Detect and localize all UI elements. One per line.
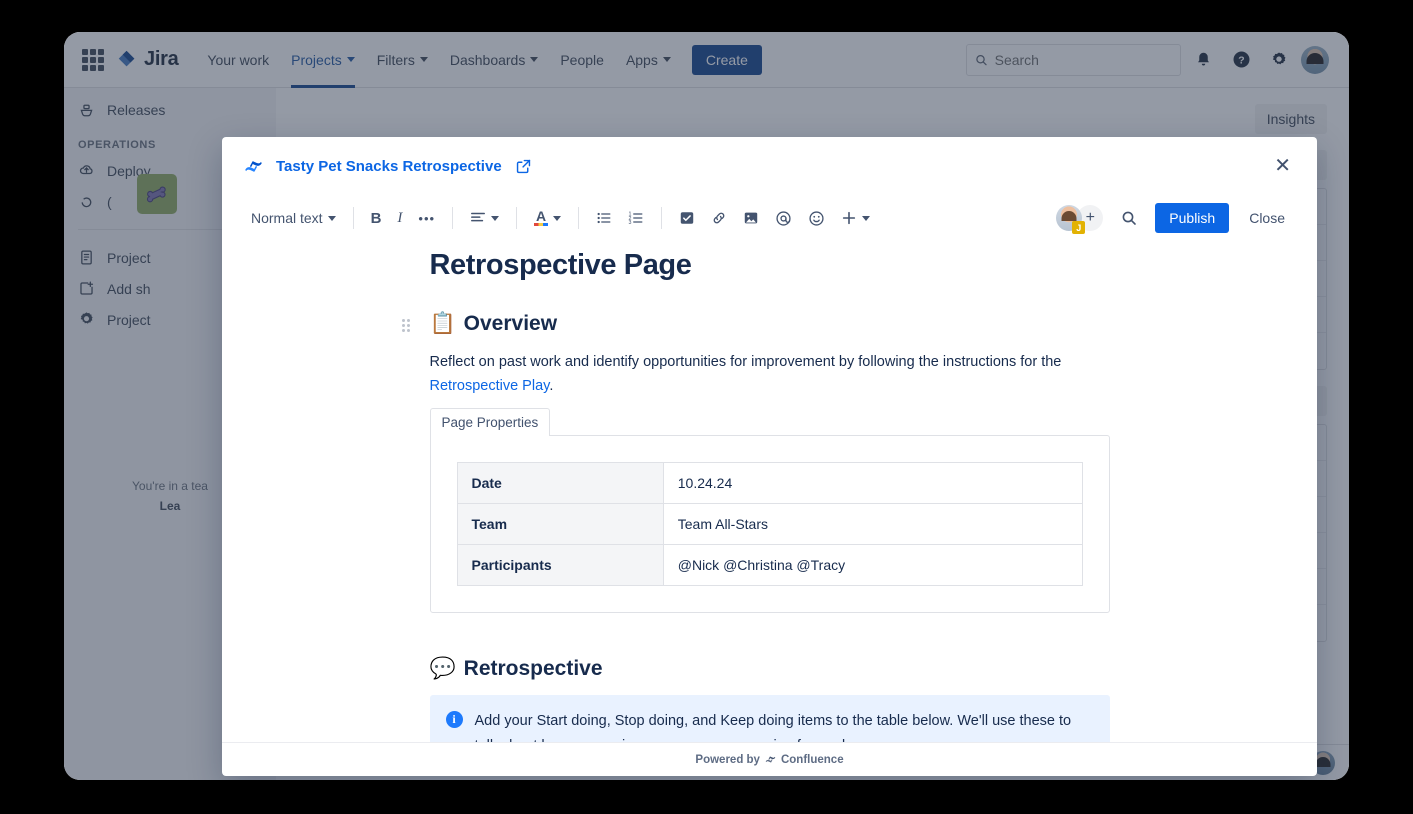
chevron-down-icon	[553, 216, 561, 221]
overview-text-after: .	[549, 378, 553, 394]
overview-paragraph[interactable]: Reflect on past work and identify opport…	[430, 350, 1110, 398]
heading-retrospective[interactable]: 💬 Retrospective	[430, 657, 1110, 681]
property-value[interactable]: @Nick @Christina @Tracy	[663, 545, 1082, 586]
powered-by-label: Powered by	[695, 754, 760, 766]
document-canvas[interactable]: Retrospective Page 📋 Overview Reflect on…	[222, 241, 1317, 742]
color-letter: A	[536, 210, 546, 223]
text-style-dropdown[interactable]: Normal text	[244, 204, 343, 232]
numbered-list-icon: 1 2 3	[628, 210, 644, 226]
svg-text:3: 3	[629, 220, 632, 226]
numbered-list-button[interactable]: 1 2 3	[621, 204, 651, 232]
document-body: Retrospective Page 📋 Overview Reflect on…	[430, 241, 1110, 742]
modal-footer: Powered by Confluence	[222, 742, 1317, 776]
info-panel[interactable]: i Add your Start doing, Stop doing, and …	[430, 695, 1110, 742]
checkbox-icon	[679, 210, 695, 226]
chevron-down-icon	[862, 216, 870, 221]
retrospective-play-link[interactable]: Retrospective Play	[430, 378, 550, 394]
table-row[interactable]: Date 10.24.24	[457, 463, 1082, 504]
task-button[interactable]	[672, 204, 702, 232]
italic-label: I	[397, 210, 402, 227]
confluence-editor-modal: Tasty Pet Snacks Retrospective ✕ Normal …	[222, 137, 1317, 776]
toolbar-divider	[661, 207, 662, 229]
emoji-button[interactable]	[801, 204, 832, 233]
property-value[interactable]: 10.24.24	[663, 463, 1082, 504]
external-link-icon[interactable]	[515, 158, 532, 175]
page-properties-macro: Date 10.24.24 Team Team All-Stars Partic…	[430, 435, 1110, 613]
bold-label: B	[371, 210, 382, 227]
collaborators: J +	[1056, 205, 1103, 231]
screenshot-stage: Jira Your work Projects Filters Dashboar…	[0, 0, 1413, 814]
table-row[interactable]: Team Team All-Stars	[457, 504, 1082, 545]
mention-icon	[775, 210, 792, 227]
plus-icon	[841, 210, 857, 226]
insert-dropdown[interactable]	[834, 204, 877, 232]
text-align-icon	[470, 210, 486, 226]
info-panel-text: Add your Start doing, Stop doing, and Ke…	[475, 709, 1094, 742]
bold-button[interactable]: B	[364, 204, 389, 233]
toolbar-divider	[578, 207, 579, 229]
confluence-icon	[244, 157, 263, 176]
emoji-icon	[808, 210, 825, 227]
text-color-dropdown[interactable]: A	[527, 204, 568, 232]
property-value[interactable]: Team All-Stars	[663, 504, 1082, 545]
toolbar-divider	[353, 207, 354, 229]
close-editor-button[interactable]: Close	[1239, 203, 1295, 233]
drag-handle-icon[interactable]	[402, 319, 410, 332]
image-button[interactable]	[736, 204, 766, 232]
collaborator-badge: J	[1072, 221, 1085, 234]
page-title-link[interactable]: Tasty Pet Snacks Retrospective	[276, 158, 502, 175]
mention-button[interactable]	[768, 204, 799, 233]
close-icon[interactable]: ✕	[1270, 152, 1295, 180]
more-formatting-button[interactable]: •••	[411, 205, 442, 232]
bullet-list-icon	[596, 210, 612, 226]
search-icon	[1121, 210, 1137, 226]
property-key: Team	[457, 504, 663, 545]
info-icon: i	[446, 711, 463, 728]
collaborator-avatar[interactable]: J	[1056, 205, 1082, 231]
text-color-icon: A	[534, 210, 548, 226]
toolbar-divider	[516, 207, 517, 229]
publish-button[interactable]: Publish	[1155, 203, 1229, 233]
page-properties-tab[interactable]: Page Properties	[430, 408, 551, 436]
overview-text-before: Reflect on past work and identify opport…	[430, 354, 1062, 370]
confluence-icon	[765, 754, 776, 765]
property-key: Participants	[457, 545, 663, 586]
heading-overview[interactable]: 📋 Overview	[430, 312, 1110, 336]
text-align-dropdown[interactable]	[463, 204, 506, 232]
clipboard-emoji-icon: 📋	[430, 312, 456, 336]
modal-header: Tasty Pet Snacks Retrospective ✕	[222, 137, 1317, 195]
link-button[interactable]	[704, 204, 734, 232]
table-row[interactable]: Participants @Nick @Christina @Tracy	[457, 545, 1082, 586]
image-icon	[743, 210, 759, 226]
editor-search-button[interactable]	[1113, 202, 1145, 234]
chevron-down-icon	[491, 216, 499, 221]
heading-label: Retrospective	[464, 657, 603, 681]
property-key: Date	[457, 463, 663, 504]
editor-actions: J + Publish Close	[1056, 202, 1295, 234]
heading-label: Overview	[464, 312, 557, 336]
chevron-down-icon	[328, 216, 336, 221]
browser-window: Jira Your work Projects Filters Dashboar…	[64, 32, 1349, 780]
speech-balloon-emoji-icon: 💬	[430, 657, 456, 681]
page-properties-table: Date 10.24.24 Team Team All-Stars Partic…	[457, 462, 1083, 586]
document-title[interactable]: Retrospective Page	[430, 249, 1110, 282]
italic-button[interactable]: I	[390, 204, 409, 233]
link-icon	[711, 210, 727, 226]
toolbar-divider	[452, 207, 453, 229]
product-label: Confluence	[781, 754, 844, 766]
text-style-label: Normal text	[251, 210, 323, 226]
bullet-list-button[interactable]	[589, 204, 619, 232]
editor-toolbar: Normal text B I •••	[222, 195, 1317, 241]
more-formatting-label: •••	[418, 211, 435, 226]
